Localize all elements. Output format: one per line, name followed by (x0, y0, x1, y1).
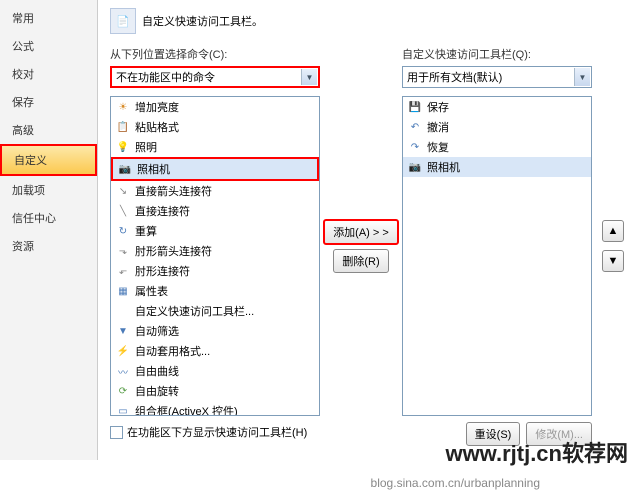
source-dropdown[interactable]: 不在功能区中的命令 ▼ (110, 66, 320, 88)
item-icon: ⬎ (115, 243, 131, 259)
target-label: 自定义快速访问工具栏(Q): (402, 46, 592, 62)
choose-from-label: 从下列位置选择命令(C): (110, 46, 320, 62)
list-item[interactable]: ╲直接连接符 (111, 201, 319, 221)
panel-title: 自定义快速访问工具栏。 (142, 13, 263, 29)
item-icon: ↘ (115, 183, 131, 199)
title-icon: 📄 (110, 8, 136, 34)
list-item[interactable]: 💡照明 (111, 137, 319, 157)
target-dropdown[interactable]: 用于所有文档(默认) ▼ (402, 66, 592, 88)
item-icon: 📋 (115, 119, 131, 135)
list-item[interactable]: 自定义快速访问工具栏... (111, 301, 319, 321)
list-item[interactable]: 📷照相机 (111, 157, 319, 181)
item-icon: ☀ (115, 99, 131, 115)
move-up-button[interactable]: ▲ (602, 220, 624, 242)
item-label: 自动筛选 (135, 323, 179, 339)
item-label: 自定义快速访问工具栏... (135, 303, 254, 319)
item-label: 属性表 (135, 283, 168, 299)
item-label: 保存 (427, 99, 449, 115)
remove-button[interactable]: 删除(R) (333, 249, 388, 273)
add-button[interactable]: 添加(A) > > (323, 219, 399, 245)
sidebar-item[interactable]: 信任中心 (0, 204, 97, 232)
list-item[interactable]: ▦属性表 (111, 281, 319, 301)
chevron-down-icon[interactable]: ▼ (574, 68, 590, 86)
item-label: 肘形箭头连接符 (135, 243, 212, 259)
item-label: 照相机 (137, 161, 170, 177)
list-item[interactable]: ▭ 组合框(ActiveX 控件) (111, 401, 319, 416)
item-label: 肘形连接符 (135, 263, 190, 279)
sidebar-item[interactable]: 加载项 (0, 176, 97, 204)
watermark-text: www.rjtj.cn软荐网 (445, 436, 628, 468)
sidebar-item[interactable]: 高级 (0, 116, 97, 144)
list-item[interactable]: ↶撤消 (403, 117, 591, 137)
sidebar-item[interactable]: 保存 (0, 88, 97, 116)
item-icon (115, 303, 131, 319)
list-item[interactable]: 📷照相机 (403, 157, 591, 177)
chevron-down-icon[interactable]: ▼ (301, 69, 317, 85)
item-icon: ▼ (115, 323, 131, 339)
list-item[interactable]: ⬐肘形连接符 (111, 261, 319, 281)
list-item[interactable]: ☀增加亮度 (111, 97, 319, 117)
show-below-ribbon-checkbox[interactable] (110, 426, 123, 439)
item-label: 直接连接符 (135, 203, 190, 219)
item-icon: 📷 (407, 159, 423, 175)
list-item[interactable]: 📋粘贴格式 (111, 117, 319, 137)
item-icon: ↶ (407, 119, 423, 135)
item-icon: ↷ (407, 139, 423, 155)
item-label: 增加亮度 (135, 99, 179, 115)
item-label: 自由旋转 (135, 383, 179, 399)
item-icon: ↻ (115, 223, 131, 239)
item-icon: ⟳ (115, 383, 131, 399)
checkbox-label: 在功能区下方显示快速访问工具栏(H) (127, 424, 307, 440)
target-listbox[interactable]: 💾保存↶撤消↷恢复📷照相机 (402, 96, 592, 416)
item-label: 粘贴格式 (135, 119, 179, 135)
item-label: 组合框(ActiveX 控件) (135, 403, 238, 416)
item-icon: 💡 (115, 139, 131, 155)
item-icon: ⬐ (115, 263, 131, 279)
sidebar-item[interactable]: 自定义 (0, 144, 97, 176)
item-icon: ╲ (115, 203, 131, 219)
list-item[interactable]: ▼自动筛选 (111, 321, 319, 341)
sidebar-item[interactable]: 资源 (0, 232, 97, 260)
item-label: 照明 (135, 139, 157, 155)
item-icon: 💾 (407, 99, 423, 115)
list-item[interactable]: 〰自由曲线 (111, 361, 319, 381)
sidebar: 常用公式校对保存高级自定义加载项信任中心资源 (0, 0, 98, 460)
list-item[interactable]: ⟳自由旋转 (111, 381, 319, 401)
item-label: 撤消 (427, 119, 449, 135)
item-icon: ▭ (115, 403, 131, 416)
list-item[interactable]: ↘直接箭头连接符 (111, 181, 319, 201)
item-icon: 〰 (115, 363, 131, 379)
sidebar-item[interactable]: 校对 (0, 60, 97, 88)
list-item[interactable]: ⚡自动套用格式... (111, 341, 319, 361)
item-label: 自动套用格式... (135, 343, 210, 359)
list-item[interactable]: ↷恢复 (403, 137, 591, 157)
item-label: 照相机 (427, 159, 460, 175)
item-label: 重算 (135, 223, 157, 239)
item-label: 直接箭头连接符 (135, 183, 212, 199)
sidebar-item[interactable]: 公式 (0, 32, 97, 60)
source-listbox[interactable]: ☀增加亮度📋粘贴格式💡照明📷照相机↘直接箭头连接符╲直接连接符↻重算⬎肘形箭头连… (110, 96, 320, 416)
sidebar-item[interactable]: 常用 (0, 4, 97, 32)
item-icon: 📷 (117, 161, 133, 177)
watermark-url: blog.sina.com.cn/urbanplanning (371, 476, 540, 490)
main-panel: 📄 自定义快速访问工具栏。 从下列位置选择命令(C): 不在功能区中的命令 ▼ … (98, 0, 640, 460)
list-item[interactable]: 💾保存 (403, 97, 591, 117)
item-label: 恢复 (427, 139, 449, 155)
item-icon: ⚡ (115, 343, 131, 359)
list-item[interactable]: ↻重算 (111, 221, 319, 241)
move-down-button[interactable]: ▼ (602, 250, 624, 272)
item-icon: ▦ (115, 283, 131, 299)
item-label: 自由曲线 (135, 363, 179, 379)
list-item[interactable]: ⬎肘形箭头连接符 (111, 241, 319, 261)
